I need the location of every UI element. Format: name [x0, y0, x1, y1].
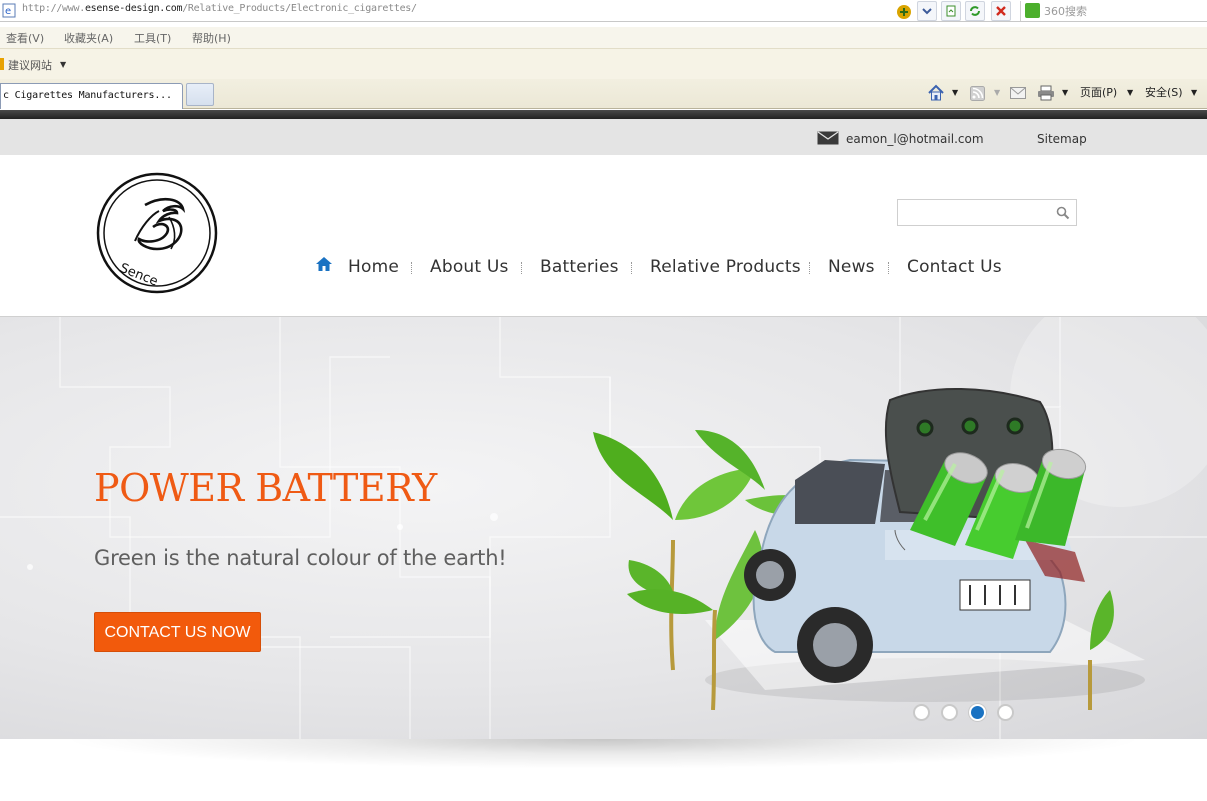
url-text[interactable]: http://www.esense-design.com/Relative_Pr… — [22, 3, 417, 14]
home-icon[interactable] — [315, 256, 333, 272]
nav-relative-products[interactable]: Relative Products — [650, 257, 801, 277]
stop-icon[interactable] — [991, 1, 1011, 21]
read-mail-icon[interactable] — [1010, 87, 1026, 99]
tab-current[interactable]: c Cigarettes Manufacturers... — [0, 83, 183, 109]
chevron-down-icon[interactable]: ▼ — [60, 60, 66, 69]
hero-subtitle: Green is the natural colour of the earth… — [94, 546, 507, 570]
new-tab-button[interactable] — [186, 83, 214, 106]
nav-divider — [411, 262, 412, 274]
search-icon[interactable] — [1056, 206, 1070, 220]
site-top-border — [0, 110, 1207, 119]
nav-home[interactable]: Home — [348, 257, 399, 277]
search-input[interactable] — [898, 200, 1048, 225]
contact-email[interactable]: eamon_l@hotmail.com — [846, 132, 984, 146]
menu-tools[interactable]: 工具(T) — [134, 30, 171, 46]
print-dropdown-icon[interactable]: ▼ — [1062, 88, 1068, 97]
ie-page-icon: e — [2, 3, 16, 18]
browser-search-placeholder: 360搜索 — [1044, 5, 1087, 18]
svg-text:e: e — [5, 6, 11, 17]
nav-batteries[interactable]: Batteries — [540, 257, 619, 277]
favorites-bar: 建议网站 ▼ — [0, 49, 1207, 79]
battery-car-illustration — [593, 387, 1145, 710]
banner-shadow — [60, 739, 1147, 769]
nav-divider — [521, 262, 522, 274]
feeds-dropdown-icon[interactable]: ▼ — [994, 88, 1000, 97]
page-compat-icon[interactable] — [941, 1, 961, 21]
compat-view-icon[interactable] — [893, 1, 913, 21]
page-menu-caret-icon[interactable]: ▼ — [1127, 88, 1133, 97]
contact-us-now-button[interactable]: CONTACT US NOW — [94, 612, 261, 652]
feeds-icon[interactable] — [970, 86, 985, 101]
suggested-sites-link[interactable]: 建议网站 — [8, 57, 52, 73]
safety-menu-caret-icon[interactable]: ▼ — [1191, 88, 1197, 97]
menu-help[interactable]: 帮助(H) — [192, 30, 231, 46]
site-logo[interactable]: Sence — [95, 171, 219, 295]
home-icon[interactable] — [927, 84, 945, 102]
nav-divider — [809, 262, 810, 274]
slide-dot-4[interactable] — [997, 704, 1014, 721]
nav-about-us[interactable]: About Us — [430, 257, 509, 277]
nav-contact-us[interactable]: Contact Us — [907, 257, 1002, 277]
address-dropdown-button[interactable] — [917, 1, 937, 21]
page-menu-button[interactable]: 页面(P) — [1080, 84, 1117, 100]
site-search — [897, 199, 1077, 226]
refresh-icon[interactable] — [965, 1, 985, 21]
home-dropdown-icon[interactable]: ▼ — [952, 88, 958, 97]
360-search-icon — [1025, 3, 1040, 18]
menu-view[interactable]: 查看(V) — [6, 30, 44, 46]
nav-news[interactable]: News — [828, 257, 875, 277]
envelope-icon — [817, 131, 839, 145]
slide-dot-2[interactable] — [941, 704, 958, 721]
print-icon[interactable] — [1037, 85, 1055, 101]
tab-title: c Cigarettes Manufacturers... — [3, 90, 172, 101]
site-topbar — [0, 119, 1207, 155]
slide-dot-3[interactable] — [969, 704, 986, 721]
nav-divider — [888, 262, 889, 274]
browser-window: e http://www.esense-design.com/Relative_… — [0, 0, 1207, 801]
nav-divider — [631, 262, 632, 274]
browser-search-box[interactable]: 360搜索 — [1020, 1, 1207, 21]
safety-menu-button[interactable]: 安全(S) — [1145, 84, 1183, 100]
suggested-sites-icon — [0, 58, 4, 70]
slide-dot-1[interactable] — [913, 704, 930, 721]
menu-bar: 查看(V) 收藏夹(A) 工具(T) 帮助(H) — [0, 27, 1207, 49]
sitemap-link[interactable]: Sitemap — [1037, 132, 1087, 146]
hero-title: POWER BATTERY — [94, 466, 437, 510]
address-bar[interactable]: e http://www.esense-design.com/Relative_… — [0, 0, 1207, 22]
menu-favorites[interactable]: 收藏夹(A) — [64, 30, 113, 46]
